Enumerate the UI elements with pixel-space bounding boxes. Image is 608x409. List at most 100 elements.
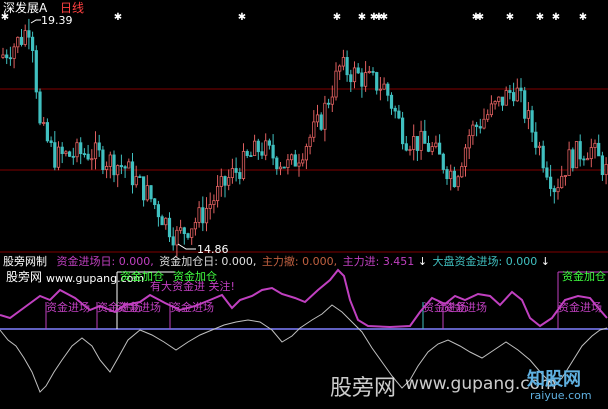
candle-body xyxy=(504,90,508,106)
candle-body xyxy=(204,208,209,224)
candle-body xyxy=(482,118,486,129)
candle-body xyxy=(574,141,579,169)
candle-body xyxy=(549,176,553,189)
candle-body xyxy=(256,140,260,153)
jinchang-label: 资金进场 xyxy=(443,301,487,314)
candle-body xyxy=(437,142,442,155)
candle-body xyxy=(282,166,286,169)
jinchang-label: 资金进场 xyxy=(117,301,161,314)
candle-body xyxy=(478,126,482,129)
candle-body xyxy=(489,103,494,116)
signal-marker: ✱ xyxy=(552,12,560,23)
indicator-name: 股旁网制 xyxy=(3,255,47,268)
candle-body xyxy=(297,162,301,167)
candle-body xyxy=(330,96,334,105)
candle-body xyxy=(345,57,349,76)
candle-body xyxy=(323,102,327,130)
jiacang-label: 资金加仓 xyxy=(562,270,606,283)
candle-body xyxy=(108,154,112,167)
indicator-item-jin-label: 主力进 xyxy=(342,255,376,268)
candle-body xyxy=(589,147,593,159)
candle-body xyxy=(319,114,323,130)
candle-body xyxy=(467,135,471,149)
candle-body xyxy=(201,207,205,224)
candle-body xyxy=(149,185,153,200)
candle-body xyxy=(430,146,434,152)
arrow-down-icon: ↓ xyxy=(417,255,428,268)
candle-body xyxy=(175,229,179,246)
candle-body xyxy=(341,57,346,67)
candle-body xyxy=(338,65,342,72)
candle-body xyxy=(105,166,109,170)
candle-body xyxy=(545,167,549,178)
indicator-item-chexit-label: 主力撤 xyxy=(261,255,295,268)
candle-body xyxy=(45,122,50,142)
candle-body xyxy=(215,186,220,202)
low-leader-line xyxy=(177,243,196,250)
candle-body xyxy=(530,110,534,133)
candle-body xyxy=(27,30,31,38)
candle-body xyxy=(82,153,86,156)
candle-body xyxy=(393,107,397,112)
candle-body xyxy=(68,151,72,157)
candle-body xyxy=(286,159,290,168)
watermark-site-name: 股旁网 xyxy=(330,376,397,401)
candle-body xyxy=(386,83,390,96)
candle-body xyxy=(315,114,320,123)
candle-body xyxy=(223,176,227,186)
candle-body xyxy=(408,149,412,151)
candle-body xyxy=(260,151,264,156)
watermark-logo: 知股网 xyxy=(527,369,581,390)
indicator-item-jin-value: 3.451 xyxy=(382,255,415,268)
signal-marker: ✱ xyxy=(536,12,544,23)
candle-body xyxy=(508,90,512,93)
candle-body xyxy=(60,146,64,154)
candle-body xyxy=(1,54,5,58)
candle-body xyxy=(541,145,545,169)
candle-body xyxy=(289,154,294,161)
candle-body xyxy=(112,154,116,176)
candle-body xyxy=(412,136,416,150)
big-money-label: 有大资金进 关注! xyxy=(150,280,235,293)
candle-body xyxy=(238,172,242,179)
indicator-item-chexit-value: 0.000, xyxy=(302,255,338,268)
candle-body xyxy=(293,154,297,167)
signal-marker: ✱ xyxy=(476,12,484,23)
candle-body xyxy=(512,92,516,102)
candle-body xyxy=(153,198,157,206)
candle-body xyxy=(278,166,283,170)
candle-body xyxy=(519,87,523,92)
candle-body xyxy=(93,142,98,160)
candle-body xyxy=(367,71,371,73)
candle-body xyxy=(597,142,601,157)
candle-body xyxy=(164,217,168,226)
indicator-item-jiacang-value: 0.000, xyxy=(221,255,257,268)
candle-body xyxy=(12,46,16,59)
candle-body xyxy=(486,114,490,120)
candle-body xyxy=(400,117,405,145)
candle-body xyxy=(474,124,479,127)
signal-marker: ✱ xyxy=(380,12,388,23)
candle-body xyxy=(116,165,120,176)
price-annotations xyxy=(30,19,196,250)
candle-body xyxy=(515,87,519,102)
candle-body xyxy=(460,166,464,178)
candle-body xyxy=(19,36,24,45)
candle-body xyxy=(75,142,79,158)
candle-body xyxy=(53,142,57,168)
candle-body xyxy=(64,151,68,154)
candlesticks xyxy=(1,18,608,257)
candle-body xyxy=(134,176,138,186)
kline-chart: ✱ ✱ ✱ ✱ ✱ ✱✱✱ ✱✱ ✱ ✱ ✱ ✱ xyxy=(0,12,608,393)
candle-body xyxy=(389,94,394,109)
candle-body xyxy=(326,102,331,105)
candle-body xyxy=(604,163,608,176)
candle-body xyxy=(537,145,542,148)
candle-body xyxy=(249,155,253,157)
candle-body xyxy=(42,122,46,124)
candle-body xyxy=(197,207,201,223)
candle-body xyxy=(178,227,183,231)
candle-body xyxy=(275,157,279,170)
candle-body xyxy=(38,91,42,124)
candle-body xyxy=(190,228,194,238)
